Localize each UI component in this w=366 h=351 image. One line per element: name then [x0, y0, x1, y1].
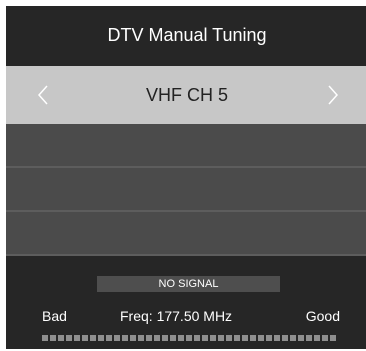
meter-segment [58, 335, 64, 341]
bad-label: Bad [42, 308, 67, 324]
chevron-right-icon[interactable] [326, 84, 340, 106]
meter-segment [266, 335, 272, 341]
meter-segment [154, 335, 160, 341]
meter-segment [106, 335, 112, 341]
meter-segment [146, 335, 152, 341]
meter-segment [130, 335, 136, 341]
channel-value: VHF CH 5 [145, 84, 228, 105]
meter-segment [178, 335, 184, 341]
meter-segment [218, 335, 224, 341]
meter-segment [274, 335, 280, 341]
meter-segment [290, 335, 296, 341]
meter-segment [250, 335, 256, 341]
signal-strength-meter [42, 335, 338, 341]
meter-segment [186, 335, 192, 341]
meter-segment [82, 335, 88, 341]
meter-segment [74, 335, 80, 341]
option-list [6, 124, 366, 256]
meter-segment [282, 335, 288, 341]
meter-segment [322, 335, 328, 341]
tuning-panel: DTV Manual Tuning VHF CH 5 NO SIGNAL Bad… [6, 6, 366, 349]
empty-option-row[interactable] [6, 168, 366, 212]
signal-labels: Bad Freq: 177.50 MHz Good [6, 308, 366, 328]
signal-status: NO SIGNAL [97, 276, 280, 292]
frequency-readout: Freq: 177.50 MHz [120, 308, 233, 324]
meter-segment [258, 335, 264, 341]
meter-segment [298, 335, 304, 341]
meter-segment [42, 335, 48, 341]
empty-option-row[interactable] [6, 124, 366, 168]
meter-segment [226, 335, 232, 341]
meter-segment [162, 335, 168, 341]
meter-segment [98, 335, 104, 341]
meter-segment [234, 335, 240, 341]
meter-segment [170, 335, 176, 341]
empty-option-row[interactable] [6, 212, 366, 256]
meter-segment [138, 335, 144, 341]
channel-selector[interactable]: VHF CH 5 [6, 66, 366, 124]
meter-segment [122, 335, 128, 341]
meter-segment [66, 335, 72, 341]
meter-segment [210, 335, 216, 341]
meter-segment [90, 335, 96, 341]
meter-segment [194, 335, 200, 341]
meter-segment [330, 335, 336, 341]
meter-segment [114, 335, 120, 341]
meter-segment [50, 335, 56, 341]
meter-segment [202, 335, 208, 341]
good-label: Good [305, 308, 340, 324]
meter-segment [242, 335, 248, 341]
meter-segment [314, 335, 320, 341]
menu-title: DTV Manual Tuning [107, 24, 267, 45]
chevron-left-icon[interactable] [36, 84, 50, 106]
meter-segment [306, 335, 312, 341]
